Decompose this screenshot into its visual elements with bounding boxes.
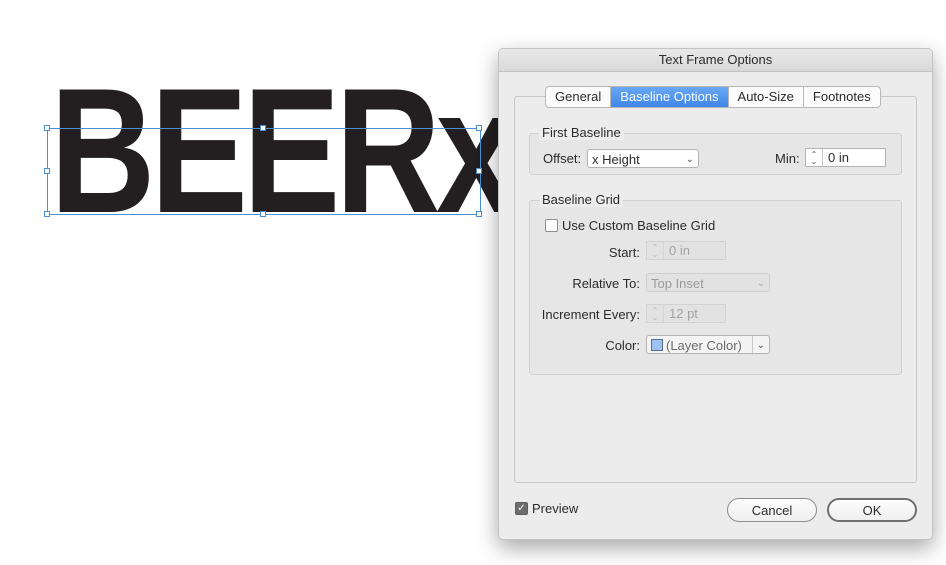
color-select[interactable]: (Layer Color) ⌄	[646, 335, 770, 355]
cancel-button[interactable]: Cancel	[727, 498, 817, 522]
resize-handle-top-right[interactable]	[476, 125, 482, 131]
offset-value: x Height	[592, 152, 640, 167]
stepper-arrows-icon[interactable]: ⌃ ⌄	[647, 242, 664, 259]
resize-handle-bottom-left[interactable]	[44, 211, 50, 217]
tab-footnotes[interactable]: Footnotes	[804, 87, 880, 107]
dialog-title: Text Frame Options	[499, 49, 932, 72]
first-baseline-title: First Baseline	[539, 125, 624, 140]
resize-handle-middle-right[interactable]	[476, 168, 482, 174]
chevron-down-icon: ⌄	[756, 278, 765, 289]
text-frame-options-dialog: Text Frame Options General Baseline Opti…	[498, 48, 933, 540]
offset-label: Offset:	[543, 151, 582, 166]
chevron-down-icon: ⌄	[685, 154, 694, 165]
relative-to-select[interactable]: Top Inset ⌄	[646, 273, 770, 292]
start-value: 0 in	[669, 243, 690, 258]
min-value: 0 in	[828, 150, 849, 165]
tab-general[interactable]: General	[546, 87, 612, 107]
start-label: Start:	[608, 245, 640, 260]
tab-auto-size[interactable]: Auto-Size	[729, 87, 804, 107]
resize-handle-bottom-center[interactable]	[260, 211, 266, 217]
tab-bar: General Baseline Options Auto-Size Footn…	[545, 86, 881, 108]
baseline-grid-title: Baseline Grid	[539, 192, 624, 207]
increment-every-value: 12 pt	[669, 306, 698, 321]
tab-baseline-options[interactable]: Baseline Options	[611, 87, 729, 107]
use-custom-baseline-grid-label: Use Custom Baseline Grid	[562, 218, 716, 233]
min-label: Min:	[775, 151, 800, 166]
resize-handle-bottom-right[interactable]	[476, 211, 482, 217]
color-label: Color:	[605, 338, 640, 353]
ok-button[interactable]: OK	[827, 498, 917, 522]
resize-handle-top-left[interactable]	[44, 125, 50, 131]
resize-handle-middle-left[interactable]	[44, 168, 50, 174]
chevron-down-icon: ⌄	[751, 336, 765, 355]
min-stepper[interactable]: ⌃ ⌄ 0 in	[805, 148, 886, 167]
stepper-arrows-icon[interactable]: ⌃ ⌄	[647, 305, 664, 322]
relative-to-label: Relative To:	[572, 276, 640, 291]
text-frame-selection[interactable]	[47, 128, 481, 215]
relative-to-value: Top Inset	[651, 276, 704, 291]
preview-label: Preview	[532, 501, 579, 516]
preview-checkbox[interactable]: ✓	[515, 502, 528, 515]
color-swatch-icon	[651, 339, 663, 351]
color-value: (Layer Color)	[666, 338, 742, 353]
stepper-arrows-icon[interactable]: ⌃ ⌄	[806, 149, 823, 166]
increment-every-label: Increment Every:	[541, 307, 640, 322]
increment-every-stepper[interactable]: ⌃ ⌄ 12 pt	[646, 304, 726, 323]
resize-handle-top-center[interactable]	[260, 125, 266, 131]
start-stepper[interactable]: ⌃ ⌄ 0 in	[646, 241, 726, 260]
offset-select[interactable]: x Height ⌄	[587, 149, 699, 168]
use-custom-baseline-grid-checkbox[interactable]	[545, 219, 558, 232]
